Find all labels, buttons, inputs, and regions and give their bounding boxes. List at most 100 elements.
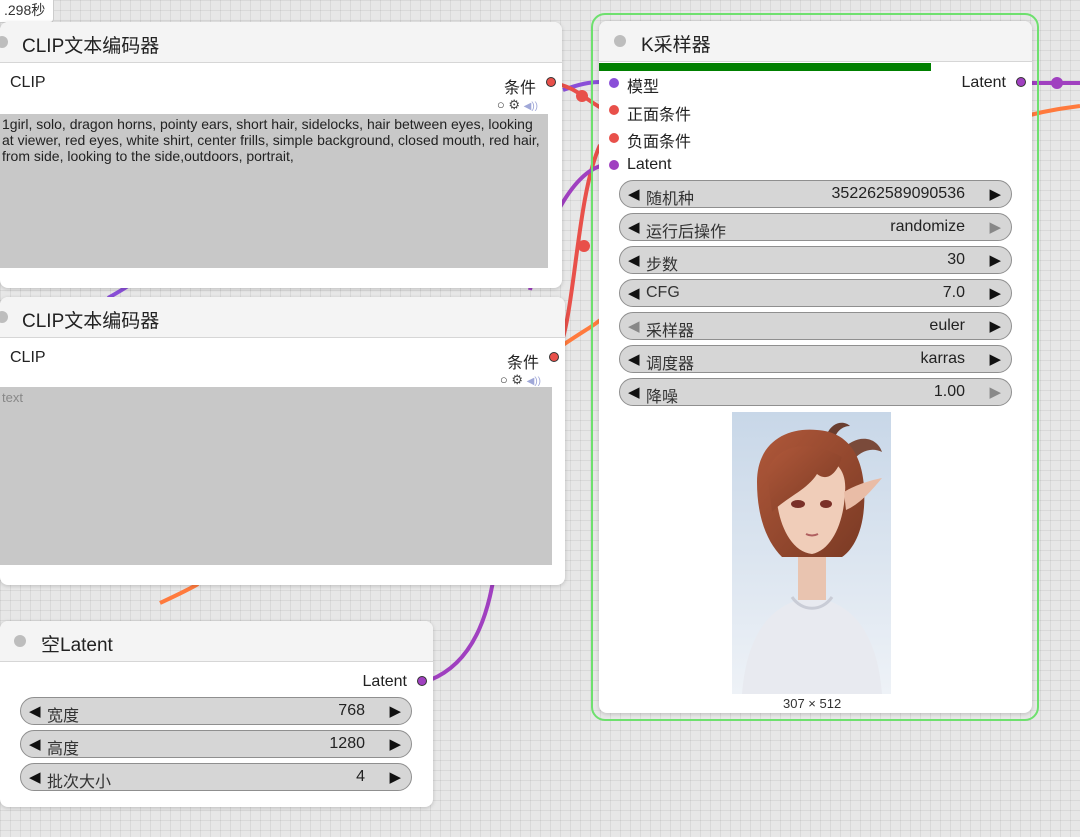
increment-arrow-icon[interactable]: ▶ [989, 350, 1001, 368]
input-label-positive: 正面条件 [627, 107, 692, 124]
increment-arrow-icon[interactable]: ▶ [989, 284, 1001, 302]
widget-label: 批次大小 [47, 774, 112, 791]
collapse-dot[interactable] [0, 36, 8, 48]
wire-latent-in [429, 569, 497, 682]
image-size-label: 307 × 512 [783, 696, 842, 711]
preview-image[interactable] [732, 412, 891, 694]
widget-value: 4 [356, 768, 365, 785]
control-after-generate-widget[interactable]: ◀ 运行后操作 randomize ▶ [619, 213, 1012, 241]
node-title: 空Latent [41, 635, 113, 656]
denoise-widget[interactable]: ◀ 降噪 1.00 ▶ [619, 378, 1012, 406]
widget-label: 运行后操作 [646, 224, 727, 241]
node-header[interactable]: CLIP文本编码器 [0, 297, 565, 338]
widget-label: 调度器 [646, 356, 695, 373]
cfg-widget[interactable]: ◀ CFG 7.0 ▶ [619, 279, 1012, 307]
increment-arrow-icon[interactable]: ▶ [989, 185, 1001, 203]
output-slot-conditioning[interactable] [546, 77, 556, 87]
decrement-arrow-icon[interactable]: ◀ [29, 735, 41, 753]
increment-arrow-icon[interactable]: ▶ [989, 218, 1001, 236]
increment-arrow-icon[interactable]: ▶ [389, 702, 401, 720]
height-widget[interactable]: ◀ 高度 1280 ▶ [20, 730, 412, 758]
node-title: CLIP文本编码器 [22, 36, 160, 57]
input-slot-latent[interactable] [609, 160, 619, 170]
widget-value: 1280 [329, 735, 365, 752]
decrement-arrow-icon[interactable]: ◀ [628, 350, 640, 368]
widget-value: 7.0 [942, 284, 965, 301]
decrement-arrow-icon[interactable]: ◀ [628, 317, 640, 335]
seed-widget[interactable]: ◀ 随机种 352262589090536 ▶ [619, 180, 1012, 208]
steps-widget[interactable]: ◀ 步数 30 ▶ [619, 246, 1012, 274]
decrement-arrow-icon[interactable]: ◀ [628, 383, 640, 401]
decrement-arrow-icon[interactable]: ◀ [628, 251, 640, 269]
widget-value: 30 [947, 251, 965, 268]
batch-size-widget[interactable]: ◀ 批次大小 4 ▶ [20, 763, 412, 791]
input-label-latent: Latent [627, 156, 672, 173]
node-title: K采样器 [641, 35, 711, 56]
empty-latent-node[interactable]: 空Latent Latent ◀ 宽度 768 ▶ ◀ 高度 1280 ▶ ◀ … [0, 621, 433, 807]
output-label-latent: Latent [961, 74, 1006, 91]
widget-value: 768 [338, 702, 365, 719]
widget-value: 352262589090536 [831, 185, 965, 202]
circle-icon[interactable]: ○ [500, 372, 508, 387]
widget-label: 步数 [646, 257, 679, 274]
input-label-negative: 负面条件 [627, 134, 692, 151]
circle-icon[interactable]: ○ [497, 97, 505, 112]
width-widget[interactable]: ◀ 宽度 768 ▶ [20, 697, 412, 725]
output-label-latent: Latent [362, 673, 407, 690]
widget-label: CFG [646, 284, 680, 301]
decrement-arrow-icon[interactable]: ◀ [29, 702, 41, 720]
wire-orange-left [159, 582, 200, 605]
scheduler-widget[interactable]: ◀ 调度器 karras ▶ [619, 345, 1012, 373]
widget-value: randomize [890, 218, 965, 235]
widget-value: karras [920, 350, 965, 367]
gear-icon[interactable]: ⚙ [511, 372, 523, 387]
widget-value: 1.00 [933, 383, 965, 400]
input-slot-model[interactable] [609, 78, 619, 88]
node-header[interactable]: CLIP文本编码器 [0, 22, 562, 63]
input-slot-positive[interactable] [609, 105, 619, 115]
node-header[interactable]: K采样器 [599, 21, 1032, 62]
collapse-dot[interactable] [14, 635, 26, 647]
increment-arrow-icon[interactable]: ▶ [989, 251, 1001, 269]
ksampler-node[interactable]: K采样器 模型 正面条件 负面条件 Latent Latent ◀ 随机种 35… [599, 21, 1032, 713]
increment-arrow-icon[interactable]: ▶ [389, 735, 401, 753]
textarea-tools: ○ ⚙ ◀)) [500, 372, 541, 388]
decrement-arrow-icon[interactable]: ◀ [628, 185, 640, 203]
speaker-icon[interactable]: ◀)) [524, 101, 538, 112]
progress-bar [599, 63, 931, 71]
input-label-model: 模型 [627, 79, 660, 96]
increment-arrow-icon[interactable]: ▶ [389, 768, 401, 786]
decrement-arrow-icon[interactable]: ◀ [628, 284, 640, 302]
output-label-conditioning: 条件 [503, 80, 536, 97]
output-slot-latent[interactable] [417, 676, 427, 686]
prompt-textarea[interactable]: text [0, 387, 552, 565]
prompt-textarea[interactable]: 1girl, solo, dragon horns, pointy ears, … [0, 114, 548, 268]
input-label-clip: CLIP [10, 349, 46, 366]
textarea-tools: ○ ⚙ ◀)) [497, 97, 538, 113]
widget-label: 随机种 [646, 191, 695, 208]
collapse-dot[interactable] [0, 311, 8, 323]
widget-label: 宽度 [47, 708, 80, 725]
node-title: CLIP文本编码器 [22, 311, 160, 332]
output-slot-latent[interactable] [1016, 77, 1026, 87]
widget-value: euler [929, 317, 965, 334]
speaker-icon[interactable]: ◀)) [527, 376, 541, 387]
increment-arrow-icon[interactable]: ▶ [989, 317, 1001, 335]
textarea-placeholder: text [2, 390, 23, 405]
clip-text-encode-node-positive[interactable]: CLIP文本编码器 CLIP 条件 ○ ⚙ ◀)) 1girl, solo, d… [0, 22, 562, 288]
clip-text-encode-node-negative[interactable]: CLIP文本编码器 CLIP 条件 ○ ⚙ ◀)) text [0, 297, 565, 585]
output-slot-conditioning[interactable] [549, 352, 559, 362]
increment-arrow-icon[interactable]: ▶ [989, 383, 1001, 401]
decrement-arrow-icon[interactable]: ◀ [628, 218, 640, 236]
widget-label: 降噪 [646, 389, 679, 406]
output-label-conditioning: 条件 [506, 355, 539, 372]
sampler-name-widget[interactable]: ◀ 采样器 euler ▶ [619, 312, 1012, 340]
input-slot-negative[interactable] [609, 133, 619, 143]
execution-timer: .298秒 [0, 0, 55, 23]
gear-icon[interactable]: ⚙ [508, 97, 520, 112]
widget-label: 高度 [47, 741, 80, 758]
decrement-arrow-icon[interactable]: ◀ [29, 768, 41, 786]
widget-label: 采样器 [646, 323, 695, 340]
collapse-dot[interactable] [614, 35, 626, 47]
node-header[interactable]: 空Latent [0, 621, 433, 662]
